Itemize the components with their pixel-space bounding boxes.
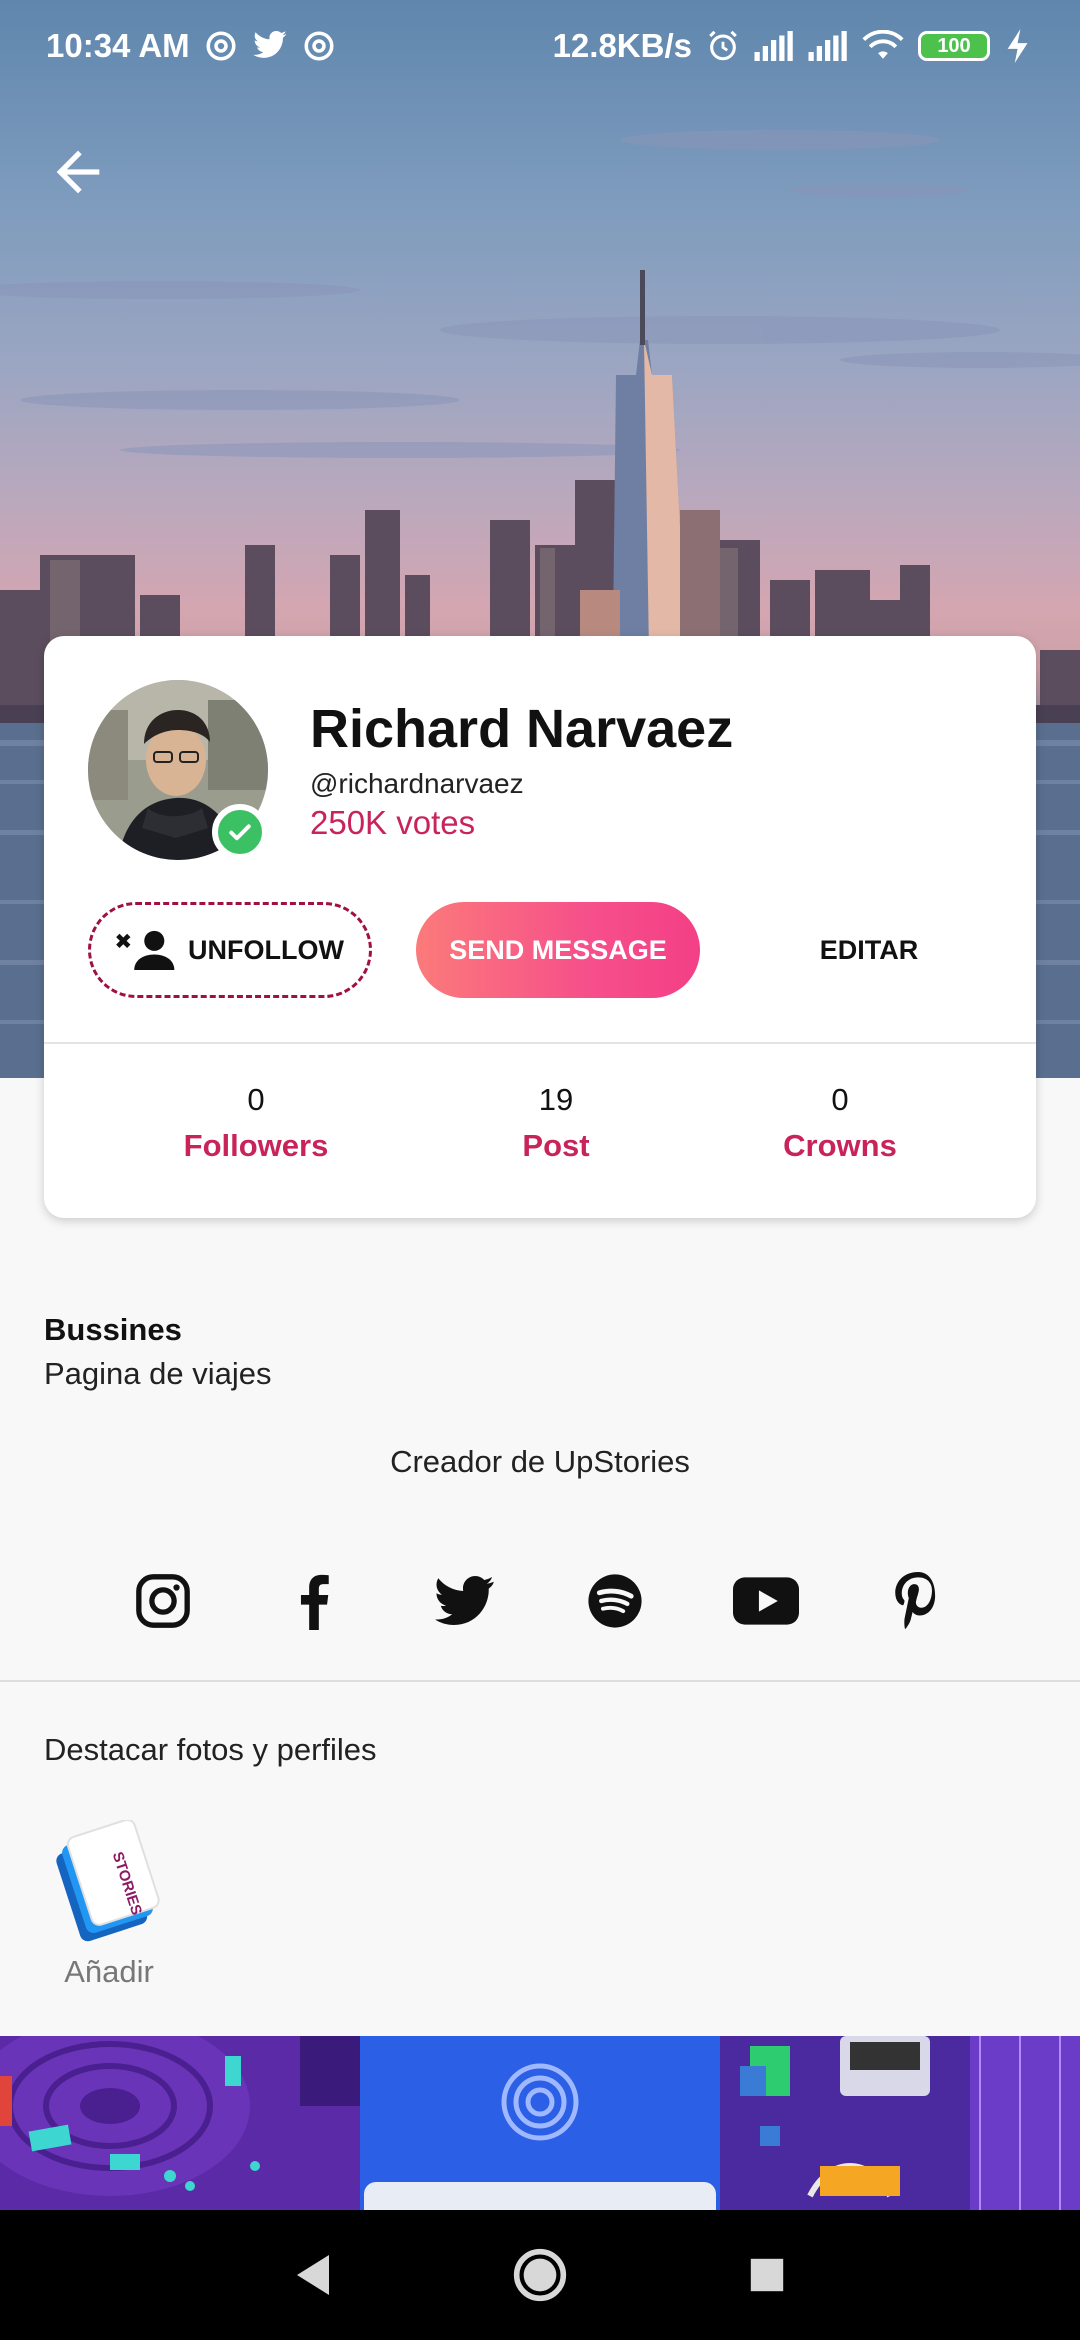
square-recents-icon <box>750 2258 783 2292</box>
twitter-notification-icon <box>253 31 287 58</box>
unfollow-label: UNFOLLOW <box>188 934 344 965</box>
highlights-title: Destacar fotos y perfiles <box>44 1732 377 1767</box>
facebook-icon[interactable] <box>281 1568 347 1634</box>
send-message-button[interactable]: SEND MESSAGE <box>416 902 700 998</box>
verified-check-icon <box>212 804 268 860</box>
triangle-back-icon <box>297 2255 330 2295</box>
stat-crowns[interactable]: 0 Crowns <box>730 1082 950 1164</box>
charging-icon <box>1007 29 1028 63</box>
profile-card: Richard Narvaez @richardnarvaez 250K vot… <box>44 636 1036 1218</box>
gallery-post[interactable] <box>360 2036 720 2212</box>
post-thumbnail <box>360 2036 720 2212</box>
status-bar-left: 10:34 AM <box>46 27 336 65</box>
edit-button[interactable]: EDITAR <box>744 902 994 998</box>
profile-handle: @richardnarvaez <box>310 768 524 799</box>
stat-label: Crowns <box>783 1128 897 1163</box>
about-bio: Pagina de viajes <box>44 1356 272 1391</box>
spotify-icon[interactable] <box>582 1568 648 1634</box>
social-links <box>130 1568 950 1634</box>
signal-icon-2 <box>808 31 847 61</box>
add-highlight-button[interactable]: STORIES <box>52 1818 168 1955</box>
signal-icon <box>754 31 793 61</box>
remove-person-icon <box>116 930 175 971</box>
about-category: Bussines <box>44 1312 182 1347</box>
profile-votes: 250K votes <box>310 804 476 841</box>
status-time: 10:34 AM <box>46 27 190 64</box>
at-sign-icon-2 <box>304 31 334 61</box>
card-divider <box>44 1042 1036 1044</box>
nav-back-button[interactable] <box>278 2240 348 2310</box>
unfollow-button[interactable]: UNFOLLOW <box>88 902 372 998</box>
twitter-icon[interactable] <box>432 1568 498 1634</box>
post-thumbnail <box>0 2036 360 2212</box>
system-navigation-bar <box>0 2210 1080 2340</box>
pinterest-icon[interactable] <box>884 1568 950 1634</box>
gallery-post[interactable] <box>0 2036 360 2212</box>
stories-logo-icon: STORIES <box>56 1818 160 1942</box>
instagram-icon[interactable] <box>130 1568 196 1634</box>
section-divider <box>0 1680 1080 1682</box>
at-sign-icon <box>206 31 236 61</box>
arrow-left-icon <box>56 150 100 194</box>
alarm-icon <box>709 30 737 61</box>
network-speed: 12.8KB/s <box>552 27 692 64</box>
avatar[interactable] <box>88 680 268 860</box>
post-thumbnail <box>720 2036 1080 2212</box>
stat-value: 0 <box>831 1082 849 1117</box>
stat-label: Followers <box>183 1128 329 1163</box>
status-bar: 10:34 AM 12.8KB/s 100 <box>0 0 1080 92</box>
stat-followers[interactable]: 0 Followers <box>146 1082 366 1164</box>
youtube-icon[interactable] <box>733 1568 800 1634</box>
stat-post[interactable]: 19 Post <box>446 1082 666 1164</box>
battery-icon: 100 <box>918 31 990 61</box>
stat-value: 0 <box>247 1082 265 1117</box>
nav-recents-button[interactable] <box>732 2240 802 2310</box>
back-button[interactable] <box>46 140 110 204</box>
status-bar-right: 12.8KB/s 100 <box>553 27 1034 65</box>
stat-label: Post <box>522 1128 590 1163</box>
post-gallery <box>0 2036 1080 2212</box>
profile-name: Richard Narvaez <box>310 699 734 759</box>
about-creator-line: Creador de UpStories <box>390 1444 690 1479</box>
wifi-icon <box>862 30 904 59</box>
gallery-post[interactable] <box>720 2036 1080 2212</box>
add-highlight-label: Añadir <box>64 1954 154 1989</box>
circle-home-icon <box>513 2248 567 2302</box>
nav-home-button[interactable] <box>505 2240 575 2310</box>
stat-value: 19 <box>538 1082 574 1117</box>
